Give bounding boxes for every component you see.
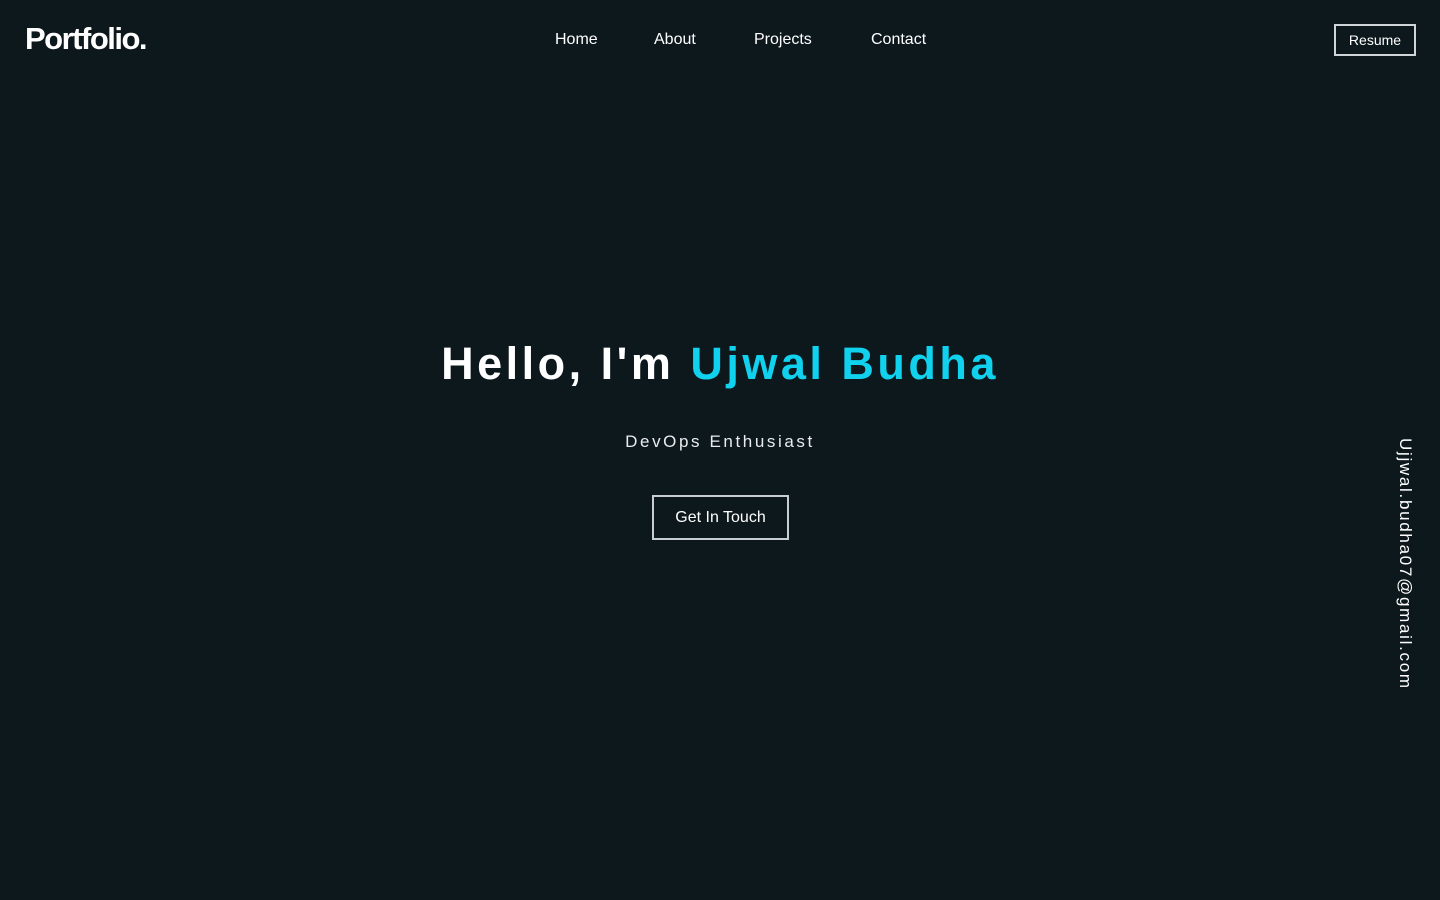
nav-home-link[interactable]: Home (555, 29, 598, 51)
resume-button[interactable]: Resume (1334, 24, 1416, 56)
side-email-link[interactable]: Ujjwal.budha07@gmail.com (1392, 438, 1418, 700)
hero-subtitle: DevOps Enthusiast (625, 432, 815, 451)
get-in-touch-button[interactable]: Get In Touch (652, 495, 789, 540)
nav-contact-link[interactable]: Contact (871, 29, 926, 51)
nav-about-link[interactable]: About (654, 29, 696, 51)
nav-projects-link[interactable]: Projects (754, 29, 812, 51)
hero-heading: Hello, I'm Ujwal Budha (0, 336, 1440, 392)
hero-name: Ujwal Budha (690, 338, 999, 389)
main-nav: Home About Projects Contact (0, 29, 1440, 51)
hero-greeting: Hello, I'm (441, 338, 691, 389)
